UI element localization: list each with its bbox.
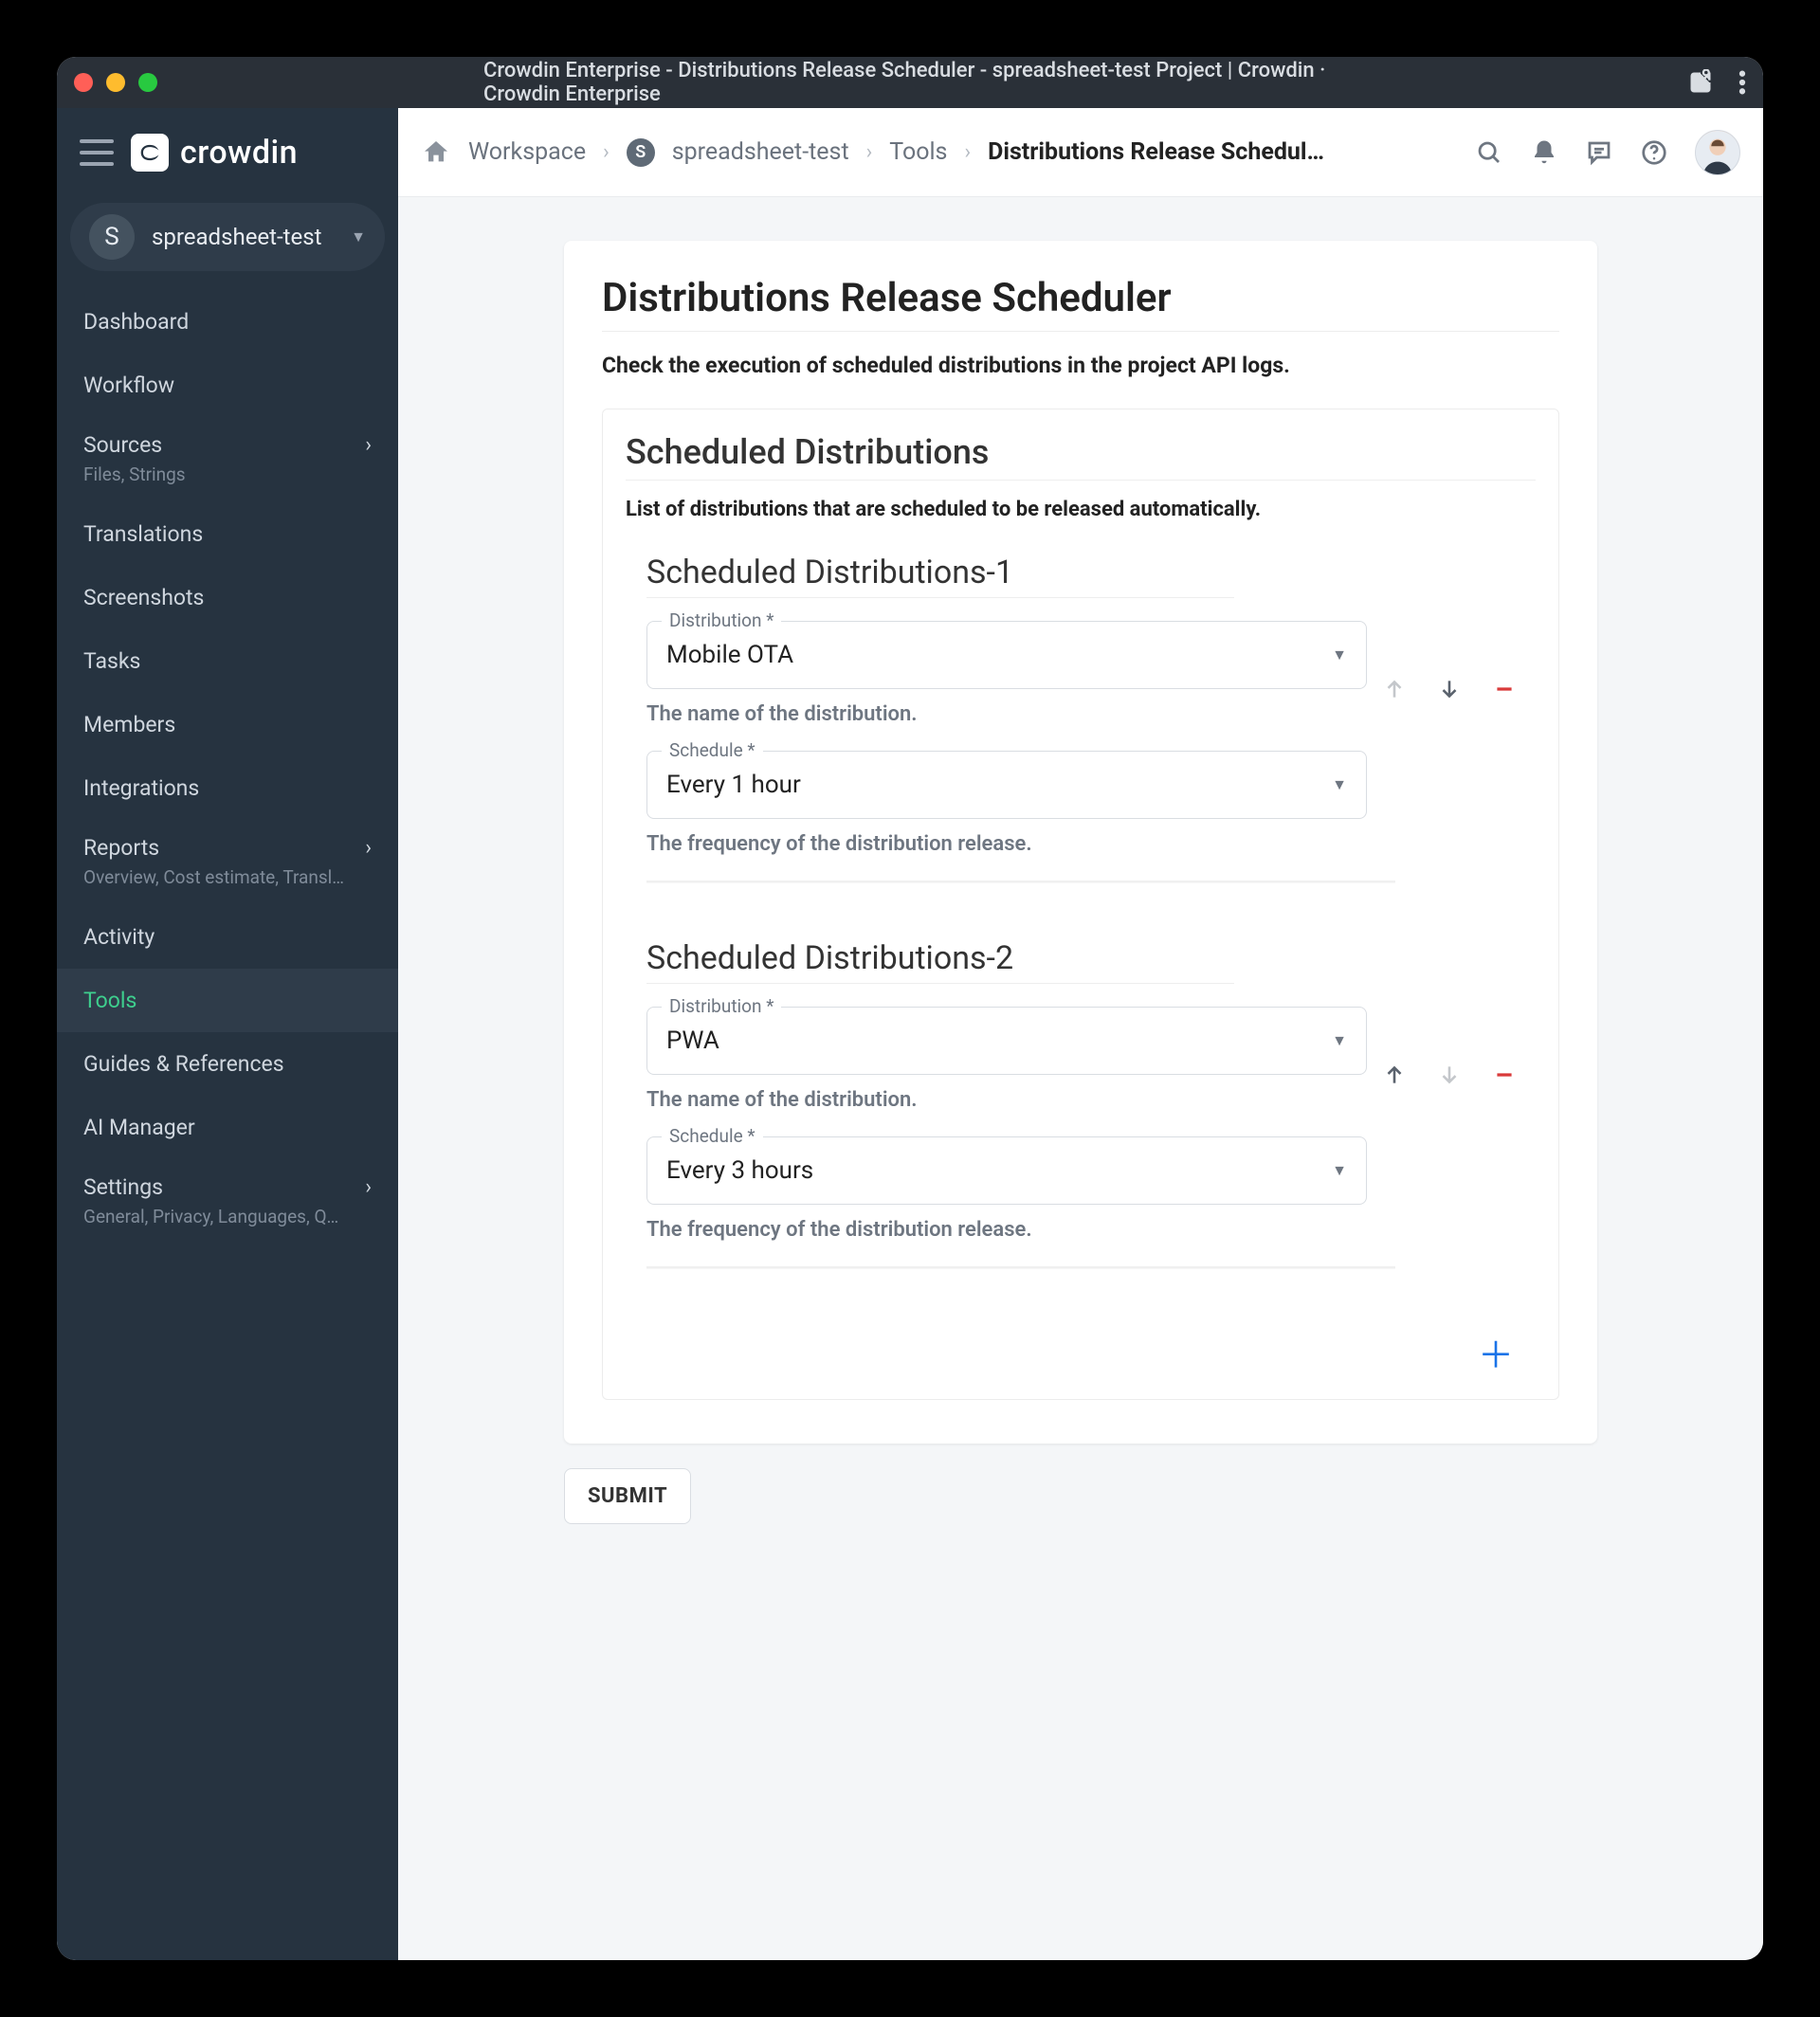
caret-down-icon: ▼ xyxy=(1332,1031,1347,1050)
help-icon[interactable] xyxy=(1640,138,1668,167)
project-name: spreadsheet-test xyxy=(152,224,334,250)
field-label: Schedule * xyxy=(662,1125,763,1147)
distribution-field: Distribution * PWA ▼ xyxy=(646,1007,1367,1075)
section-description: List of distributions that are scheduled… xyxy=(626,498,1536,521)
field-label: Distribution * xyxy=(662,609,781,631)
hamburger-menu[interactable] xyxy=(80,139,114,166)
caret-down-icon: ▼ xyxy=(1332,1161,1347,1180)
main: Workspace › S spreadsheet-test › Tools ›… xyxy=(398,108,1763,1960)
page-subtitle: Check the execution of scheduled distrib… xyxy=(602,353,1559,382)
header: Workspace › S spreadsheet-test › Tools ›… xyxy=(398,108,1763,197)
page-title: Distributions Release Scheduler xyxy=(602,275,1559,321)
move-up-button[interactable] xyxy=(1380,1061,1409,1089)
block-title: Scheduled Distributions-2 xyxy=(646,939,1536,977)
select-value: Mobile OTA xyxy=(666,641,793,669)
distribution-field: Distribution * Mobile OTA ▼ xyxy=(646,621,1367,689)
minimize-window-button[interactable] xyxy=(106,73,125,92)
breadcrumb-project-chip: S xyxy=(627,138,655,167)
sidebar-item-activity[interactable]: Activity xyxy=(57,905,398,969)
maximize-window-button[interactable] xyxy=(138,73,157,92)
browser-menu-icon[interactable] xyxy=(1738,69,1746,96)
field-helper: The frequency of the distribution releas… xyxy=(646,832,1536,856)
breadcrumb-tools[interactable]: Tools xyxy=(889,138,947,166)
sidebar-item-sub: Files, Strings xyxy=(83,463,368,485)
bell-icon[interactable] xyxy=(1530,138,1558,167)
project-avatar: S xyxy=(89,214,135,260)
chevron-right-icon: › xyxy=(365,836,372,860)
select-value: Every 1 hour xyxy=(666,771,801,799)
chevron-right-icon: › xyxy=(964,140,971,164)
field-helper: The name of the distribution. xyxy=(646,702,1536,726)
search-icon[interactable] xyxy=(1475,138,1503,167)
field-helper: The frequency of the distribution releas… xyxy=(646,1218,1536,1242)
breadcrumb-current: Distributions Release Schedul… xyxy=(988,138,1324,166)
sidebar-item-guides[interactable]: Guides & References xyxy=(57,1032,398,1096)
logo[interactable]: crowdin xyxy=(131,134,298,172)
app-window: Crowdin Enterprise - Distributions Relea… xyxy=(57,57,1763,1960)
project-switcher[interactable]: S spreadsheet-test ▼ xyxy=(70,203,385,271)
block-title: Scheduled Distributions-1 xyxy=(646,554,1536,591)
submit-button[interactable]: SUBMIT xyxy=(564,1468,691,1524)
block-controls xyxy=(1380,675,1519,703)
sidebar-item-ai-manager[interactable]: AI Manager xyxy=(57,1096,398,1159)
chevron-right-icon: › xyxy=(603,140,610,164)
extension-icon[interactable] xyxy=(1687,69,1714,96)
chevron-right-icon: › xyxy=(365,1175,372,1199)
chevron-right-icon: › xyxy=(866,140,873,164)
sidebar-item-integrations[interactable]: Integrations xyxy=(57,756,398,820)
sidebar-item-sources[interactable]: Sources› Files, Strings xyxy=(57,417,398,502)
section-title: Scheduled Distributions xyxy=(626,432,1536,472)
sidebar-item-tasks[interactable]: Tasks xyxy=(57,629,398,693)
add-distribution-button[interactable]: ＋ xyxy=(1479,1335,1513,1369)
schedule-field: Schedule * Every 1 hour ▼ xyxy=(646,751,1367,819)
close-window-button[interactable] xyxy=(74,73,93,92)
select-value: Every 3 hours xyxy=(666,1156,813,1185)
titlebar: Crowdin Enterprise - Distributions Relea… xyxy=(57,57,1763,108)
user-avatar[interactable] xyxy=(1695,130,1740,175)
move-down-button xyxy=(1435,1061,1464,1089)
sidebar-item-sub: Overview, Cost estimate, Transl… xyxy=(83,866,368,888)
move-up-button xyxy=(1380,675,1409,703)
caret-down-icon: ▼ xyxy=(1332,775,1347,794)
schedule-field: Schedule * Every 3 hours ▼ xyxy=(646,1136,1367,1205)
field-helper: The name of the distribution. xyxy=(646,1088,1536,1112)
remove-button[interactable] xyxy=(1490,675,1519,703)
sidebar-nav: Dashboard Workflow Sources› Files, Strin… xyxy=(57,290,398,1245)
field-label: Schedule * xyxy=(662,739,763,761)
window-title: Crowdin Enterprise - Distributions Relea… xyxy=(483,59,1337,106)
remove-button[interactable] xyxy=(1490,1061,1519,1089)
sidebar-item-tools[interactable]: Tools xyxy=(57,969,398,1032)
sidebar-item-workflow[interactable]: Workflow xyxy=(57,354,398,417)
caret-down-icon: ▼ xyxy=(351,227,366,246)
sidebar-item-members[interactable]: Members xyxy=(57,693,398,756)
sidebar-item-reports[interactable]: Reports› Overview, Cost estimate, Transl… xyxy=(57,820,398,905)
move-down-button[interactable] xyxy=(1435,675,1464,703)
sidebar-item-dashboard[interactable]: Dashboard xyxy=(57,290,398,354)
sidebar: crowdin S spreadsheet-test ▼ Dashboard W… xyxy=(57,108,398,1960)
chat-icon[interactable] xyxy=(1585,138,1613,167)
caret-down-icon: ▼ xyxy=(1332,645,1347,664)
logo-text: crowdin xyxy=(180,134,298,172)
sidebar-item-settings[interactable]: Settings› General, Privacy, Languages, Q… xyxy=(57,1159,398,1245)
window-controls xyxy=(74,73,157,92)
main-card: Distributions Release Scheduler Check th… xyxy=(564,241,1597,1444)
logo-mark-icon xyxy=(131,134,169,172)
sidebar-item-sub: General, Privacy, Languages, Q… xyxy=(83,1206,368,1227)
chevron-right-icon: › xyxy=(365,433,372,457)
sidebar-item-translations[interactable]: Translations xyxy=(57,502,398,566)
scheduled-block: Scheduled Distributions-1 Distribution *… xyxy=(626,554,1536,939)
sidebar-item-screenshots[interactable]: Screenshots xyxy=(57,566,398,629)
scheduled-block: Scheduled Distributions-2 Distribution *… xyxy=(626,939,1536,1325)
select-value: PWA xyxy=(666,1027,719,1055)
field-label: Distribution * xyxy=(662,995,781,1017)
breadcrumb-project[interactable]: spreadsheet-test xyxy=(672,138,849,166)
breadcrumb-workspace[interactable]: Workspace xyxy=(468,138,586,166)
home-icon[interactable] xyxy=(421,137,451,168)
breadcrumb: Workspace › S spreadsheet-test › Tools ›… xyxy=(421,137,1462,168)
block-controls xyxy=(1380,1061,1519,1089)
scheduled-section: Scheduled Distributions List of distribu… xyxy=(602,409,1559,1400)
